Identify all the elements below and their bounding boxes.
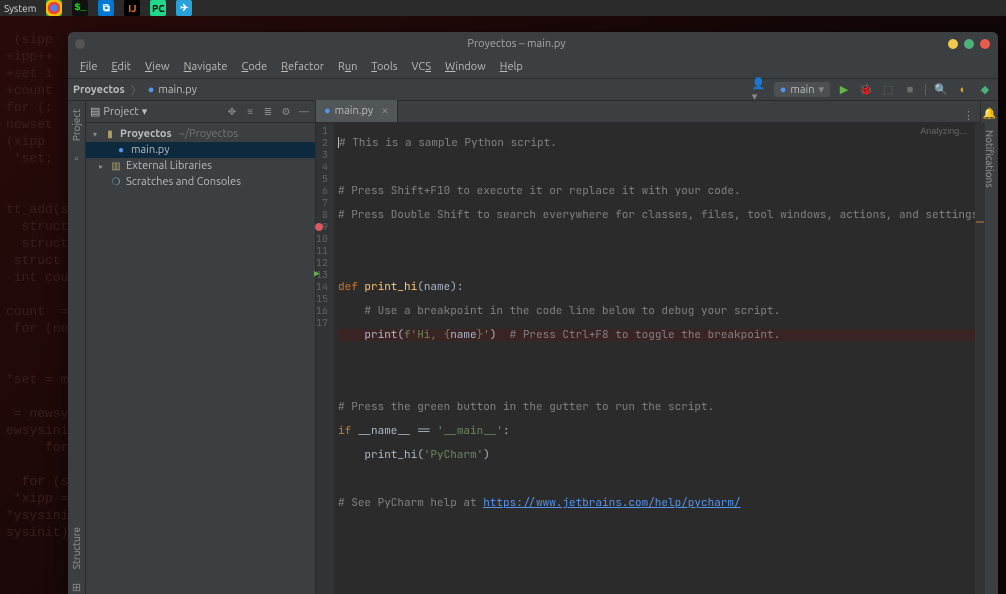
menu-tools[interactable]: Tools xyxy=(365,59,403,75)
folder-icon: ▮ xyxy=(103,128,117,140)
python-file-icon: ● xyxy=(324,105,331,117)
minimize-button[interactable] xyxy=(948,39,958,49)
toolbar-separator: | xyxy=(924,84,927,96)
window-close-dot[interactable] xyxy=(75,39,85,49)
breadcrumb-separator: 〉 xyxy=(131,82,142,98)
project-panel-header: ▤ Project ▾ ✥ ≡ ≣ ⚙ — xyxy=(86,101,315,123)
menu-navigate[interactable]: Navigate xyxy=(178,59,234,75)
search-everywhere-icon[interactable]: 🔍 xyxy=(933,82,949,98)
tree-external-libs[interactable]: ▸ ▥ External Libraries xyxy=(86,158,315,174)
maximize-button[interactable] xyxy=(964,39,974,49)
scratches-icon: ❍ xyxy=(109,176,123,188)
code-content[interactable]: # This is a sample Python script. # Pres… xyxy=(334,123,985,594)
run-button[interactable]: ▶ xyxy=(836,82,852,98)
stop-button[interactable]: ■ xyxy=(902,82,918,98)
menu-edit[interactable]: Edit xyxy=(105,59,137,75)
menu-file[interactable]: File xyxy=(74,59,103,75)
editor-tab-bar: ● main.py ✕ ⋮ xyxy=(316,101,980,123)
collapse-all-icon[interactable]: ≣ xyxy=(261,106,275,118)
pycharm-window: Proyectos – main.py File Edit View Navig… xyxy=(68,32,998,594)
select-opened-file-icon[interactable]: ✥ xyxy=(225,106,239,118)
notifications-icon[interactable]: 🔔 xyxy=(983,107,997,120)
bookmarks-icon[interactable]: ▫ xyxy=(75,153,79,165)
line-number: 17 xyxy=(316,317,328,329)
editor-area: ● main.py ✕ ⋮ 1 2 3 4 5 6 7 8 9 10 xyxy=(316,101,980,594)
debug-button[interactable]: 🐞 xyxy=(858,82,874,98)
menu-help[interactable]: Help xyxy=(494,59,529,75)
telegram-icon[interactable]: ✈ xyxy=(176,0,192,16)
left-tool-strip: Project ▫ Structure ⊞ xyxy=(68,101,86,594)
editor-gutter[interactable]: 1 2 3 4 5 6 7 8 9 10 11 12 13 14 15 16 1 xyxy=(316,123,334,594)
titlebar[interactable]: Proyectos – main.py xyxy=(68,32,998,56)
add-user-icon[interactable]: 👤▾ xyxy=(752,82,768,98)
project-view-selector[interactable]: ▤ Project ▾ xyxy=(90,105,147,118)
menu-run[interactable]: Run xyxy=(332,59,363,75)
hide-panel-icon[interactable]: — xyxy=(297,106,311,117)
expand-all-icon[interactable]: ≡ xyxy=(243,106,257,118)
os-taskbar: System $_ ⧉ IJ PC ✈ xyxy=(0,0,1006,16)
python-file-icon: ● xyxy=(114,144,128,156)
ide-updates-icon[interactable]: ◐ xyxy=(955,82,971,98)
editor-tab-main[interactable]: ● main.py ✕ xyxy=(316,100,398,122)
menu-bar: File Edit View Navigate Code Refactor Ru… xyxy=(68,56,998,78)
editor-scrollbar[interactable] xyxy=(975,123,985,594)
window-controls xyxy=(948,39,990,49)
pycharm-icon[interactable]: PC xyxy=(150,0,166,16)
tree-root[interactable]: ▾ ▮ Proyectos ~/Proyectos xyxy=(86,126,315,142)
menu-vcs[interactable]: VCS xyxy=(406,59,438,75)
chrome-icon[interactable] xyxy=(46,0,62,16)
intellij-icon[interactable]: IJ xyxy=(124,0,140,16)
nav-toolbar: Proyectos 〉 ●main.py 👤▾ ●main▾ ▶ 🐞 ⬚ ■ |… xyxy=(68,78,998,101)
close-tab-icon[interactable]: ✕ xyxy=(381,106,389,117)
project-tool-tab[interactable]: Project xyxy=(70,105,83,145)
breadcrumb-project[interactable]: Proyectos xyxy=(73,84,125,96)
structure-tool-tab[interactable]: Structure xyxy=(70,523,83,573)
vscode-icon[interactable]: ⧉ xyxy=(98,0,114,16)
menu-window[interactable]: Window xyxy=(439,59,492,75)
coverage-button[interactable]: ⬚ xyxy=(880,82,896,98)
structure-icon[interactable]: ⊞ xyxy=(72,581,81,594)
breadcrumb-file[interactable]: ●main.py xyxy=(148,84,197,96)
project-panel: ▤ Project ▾ ✥ ≡ ≣ ⚙ — ▾ ▮ Proyectos ~/Pr… xyxy=(86,101,316,594)
ide-settings-icon[interactable]: ◆ xyxy=(977,82,993,98)
window-title: Proyectos – main.py xyxy=(85,38,948,50)
tree-scratches[interactable]: ❍ Scratches and Consoles xyxy=(86,174,315,190)
library-icon: ▥ xyxy=(109,160,123,172)
run-config-selector[interactable]: ●main▾ xyxy=(774,82,830,97)
code-editor[interactable]: 1 2 3 4 5 6 7 8 9 10 11 12 13 14 15 16 1 xyxy=(316,123,980,594)
analyzing-label: Analyzing... xyxy=(920,125,967,137)
close-button[interactable] xyxy=(980,39,990,49)
menu-code[interactable]: Code xyxy=(235,59,273,75)
tab-more-icon[interactable]: ⋮ xyxy=(963,109,974,122)
project-tree: ▾ ▮ Proyectos ~/Proyectos ● main.py ▸ ▥ … xyxy=(86,123,315,193)
terminal-icon[interactable]: $_ xyxy=(72,0,88,16)
panel-settings-icon[interactable]: ⚙ xyxy=(279,106,293,118)
system-menu[interactable]: System xyxy=(4,3,36,14)
menu-refactor[interactable]: Refactor xyxy=(275,59,330,75)
tree-file-main[interactable]: ● main.py xyxy=(86,142,315,158)
menu-view[interactable]: View xyxy=(139,59,176,75)
